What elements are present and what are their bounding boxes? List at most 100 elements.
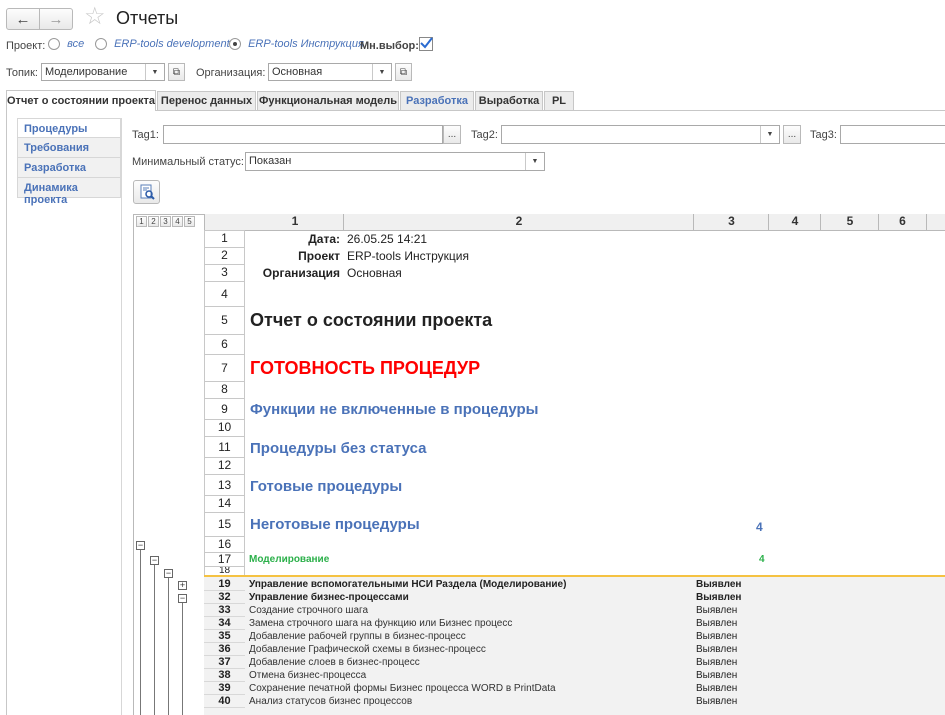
tab-output[interactable]: Выработка <box>475 91 543 110</box>
tag1-input[interactable] <box>163 125 443 144</box>
row-number[interactable]: 9 <box>204 398 245 420</box>
detail-row-number[interactable]: 32 <box>204 591 245 604</box>
detail-row-name: Создание строчного шага <box>249 605 368 616</box>
column-header-6[interactable]: 6 <box>878 214 927 230</box>
column-header-3[interactable]: 3 <box>693 214 769 230</box>
detail-row-number[interactable]: 40 <box>204 695 245 708</box>
open-window-icon: ⧉ <box>399 66 408 78</box>
collapse-icon[interactable]: − <box>164 569 173 578</box>
row-number[interactable]: 11 <box>204 436 245 458</box>
topic-open-button[interactable]: ⧉ <box>168 63 185 81</box>
detail-row-number[interactable]: 39 <box>204 682 245 695</box>
column-header-4[interactable]: 4 <box>768 214 821 230</box>
detail-row-number[interactable]: 19 <box>204 578 245 591</box>
tag3-input[interactable] <box>840 125 945 144</box>
tab-project-status[interactable]: Отчет о состоянии проекта <box>6 90 156 111</box>
project-radio-instr[interactable]: ERP-tools Инструкция <box>229 38 364 51</box>
dropdown-arrow-icon[interactable]: ▼ <box>372 64 391 80</box>
detail-row-number[interactable]: 36 <box>204 643 245 656</box>
org-value-cell: Основная <box>347 266 402 280</box>
outline-line <box>168 577 169 715</box>
ready-procedures-title: ГОТОВНОСТЬ ПРОЦЕДУР <box>250 358 481 378</box>
sidebar-item-dynamics[interactable]: Динамика проекта <box>17 178 121 206</box>
sidebar-item-development[interactable]: Разработка <box>17 158 121 178</box>
detail-row-status: Выявлен <box>696 618 738 629</box>
row-number[interactable]: 13 <box>204 474 245 496</box>
row-number[interactable]: 4 <box>204 281 245 307</box>
detail-row-status: Выявлен <box>696 670 738 681</box>
column-header-5[interactable]: 5 <box>820 214 879 230</box>
tag2-select-button[interactable]: ... <box>783 125 801 144</box>
level-1-button[interactable]: 1 <box>136 216 147 227</box>
multi-select-label: Мн.выбор: <box>360 40 419 52</box>
sidebar-item-requirements[interactable]: Требования <box>17 138 121 158</box>
tab-development[interactable]: Разработка <box>400 91 474 110</box>
expand-icon[interactable]: + <box>178 581 187 590</box>
project-radio-all[interactable]: все <box>48 38 84 51</box>
detail-row-status: Выявлен <box>696 644 738 655</box>
sidebar-divider <box>121 118 122 715</box>
detail-row-number[interactable]: 37 <box>204 656 245 669</box>
row-number[interactable]: 5 <box>204 306 245 335</box>
row-number[interactable]: 8 <box>204 381 245 399</box>
tab-pl[interactable]: PL <box>544 91 574 110</box>
topic-select[interactable]: Моделирование ▼ <box>41 63 165 81</box>
row-number[interactable]: 14 <box>204 495 245 513</box>
row-number[interactable]: 10 <box>204 419 245 437</box>
dropdown-arrow-icon[interactable]: ▼ <box>525 153 544 170</box>
detail-row-name: Сохранение печатной формы Бизнес процесс… <box>249 683 556 694</box>
detail-row-status: Выявлен <box>696 631 738 642</box>
row-number[interactable]: 2 <box>204 247 245 265</box>
detail-row-number[interactable]: 34 <box>204 617 245 630</box>
collapse-icon[interactable]: − <box>178 594 187 603</box>
forward-button[interactable]: → <box>39 8 73 30</box>
min-status-select[interactable]: Показан ▼ <box>245 152 545 171</box>
row-number[interactable]: 3 <box>204 264 245 282</box>
row-number[interactable]: 7 <box>204 354 245 382</box>
multi-select-checkbox[interactable] <box>419 37 433 51</box>
tag2-input[interactable]: ▼ <box>501 125 780 144</box>
detail-row-number[interactable]: 38 <box>204 669 245 682</box>
project-radio-dev[interactable]: ERP-tools development <box>95 38 230 51</box>
sidebar-item-procedures[interactable]: Процедуры <box>17 118 121 138</box>
back-button[interactable]: ← <box>6 8 40 30</box>
column-header-1[interactable]: 1 <box>245 214 344 230</box>
open-window-icon: ⧉ <box>172 66 181 78</box>
tag1-label: Tag1: <box>132 129 159 141</box>
row-number[interactable]: 17 <box>204 552 245 567</box>
project-label-cell: Проект <box>298 249 340 263</box>
org-open-button[interactable]: ⧉ <box>395 63 412 81</box>
min-status-label: Минимальный статус: <box>132 156 244 168</box>
radio-all-icon <box>48 38 60 51</box>
detail-row-number[interactable]: 35 <box>204 630 245 643</box>
row-number[interactable]: 12 <box>204 457 245 475</box>
collapse-icon[interactable]: − <box>150 556 159 565</box>
generate-report-button[interactable] <box>133 180 160 204</box>
detail-row-number[interactable]: 33 <box>204 604 245 617</box>
section-ready: Готовые процедуры <box>250 478 403 495</box>
detail-row-name: Управление вспомогательными НСИ Раздела … <box>249 579 567 590</box>
org-select[interactable]: Основная ▼ <box>268 63 392 81</box>
tab-data-transfer[interactable]: Перенос данных <box>157 91 256 110</box>
row-number[interactable]: 6 <box>204 334 245 355</box>
collapse-icon[interactable]: − <box>136 541 145 550</box>
tab-functional-model[interactable]: Функциональная модель <box>257 91 399 110</box>
detail-row-status: Выявлен <box>696 592 742 603</box>
level-4-button[interactable]: 4 <box>172 216 183 227</box>
tag1-select-button[interactable]: ... <box>443 125 461 144</box>
row-number[interactable]: 15 <box>204 512 245 537</box>
level-5-button[interactable]: 5 <box>184 216 195 227</box>
level-2-button[interactable]: 2 <box>148 216 159 227</box>
arrow-left-icon: ← <box>15 10 31 28</box>
row-number[interactable]: 1 <box>204 230 245 248</box>
dropdown-arrow-icon[interactable]: ▼ <box>145 64 164 80</box>
row-number[interactable]: 16 <box>204 536 245 553</box>
detail-row-name: Добавление рабочей группы в бизнес-проце… <box>249 631 466 642</box>
favorite-star-icon[interactable]: ☆ <box>84 4 106 30</box>
level-3-button[interactable]: 3 <box>160 216 171 227</box>
dropdown-arrow-icon[interactable]: ▼ <box>760 126 779 143</box>
column-header-2[interactable]: 2 <box>343 214 694 230</box>
outline-line <box>154 563 155 715</box>
section-not-ready: Неготовые процедуры <box>250 516 420 533</box>
outline-line <box>182 600 183 715</box>
